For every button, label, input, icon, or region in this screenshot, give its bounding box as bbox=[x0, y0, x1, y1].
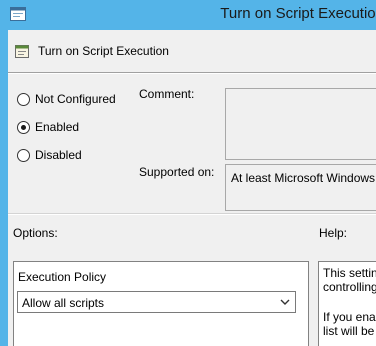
help-panel: This settin controlling If you ena list … bbox=[318, 261, 376, 346]
radio-label: Disabled bbox=[35, 148, 82, 162]
policy-setting-icon bbox=[15, 45, 29, 58]
supported-on-field: At least Microsoft Windows bbox=[225, 164, 376, 211]
help-text-line: If you ena bbox=[323, 310, 376, 324]
chevron-down-icon[interactable] bbox=[280, 298, 290, 306]
supported-on-label: Supported on: bbox=[139, 165, 215, 179]
radio-enabled[interactable]: Enabled bbox=[17, 120, 79, 134]
comment-label: Comment: bbox=[139, 87, 195, 101]
supported-on-value: At least Microsoft Windows bbox=[231, 171, 376, 185]
help-label: Help: bbox=[319, 226, 348, 240]
header-divider bbox=[8, 72, 376, 74]
radio-disabled[interactable]: Disabled bbox=[17, 148, 82, 162]
execution-policy-selected: Allow all scripts bbox=[22, 296, 105, 310]
comment-textarea[interactable] bbox=[225, 88, 376, 160]
window-app-icon bbox=[10, 7, 26, 21]
execution-policy-label: Execution Policy bbox=[18, 270, 107, 284]
dialog-header-title: Turn on Script Execution bbox=[38, 44, 169, 58]
options-label: Options: bbox=[13, 226, 58, 240]
window-border bbox=[0, 30, 8, 346]
window-title: Turn on Script Execution bbox=[220, 5, 376, 22]
options-panel: Execution Policy Allow all scripts bbox=[13, 261, 309, 346]
execution-policy-dropdown[interactable]: Allow all scripts bbox=[17, 291, 296, 313]
radio-label: Not Configured bbox=[35, 92, 116, 106]
radio-circle-icon[interactable] bbox=[17, 148, 30, 162]
radio-not-configured[interactable]: Not Configured bbox=[17, 92, 116, 106]
policy-dialog: Turn on Script Execution Not Configured … bbox=[8, 30, 376, 346]
radio-selected-icon[interactable] bbox=[17, 120, 30, 134]
radio-label: Enabled bbox=[35, 120, 80, 134]
window-titlebar[interactable]: Turn on Script Execution bbox=[0, 0, 376, 30]
help-text-line: This settin bbox=[323, 266, 376, 280]
help-text-line: list will be bbox=[323, 324, 375, 338]
section-divider bbox=[8, 213, 376, 215]
radio-circle-icon[interactable] bbox=[17, 92, 30, 106]
help-text-line: controlling bbox=[323, 280, 376, 294]
